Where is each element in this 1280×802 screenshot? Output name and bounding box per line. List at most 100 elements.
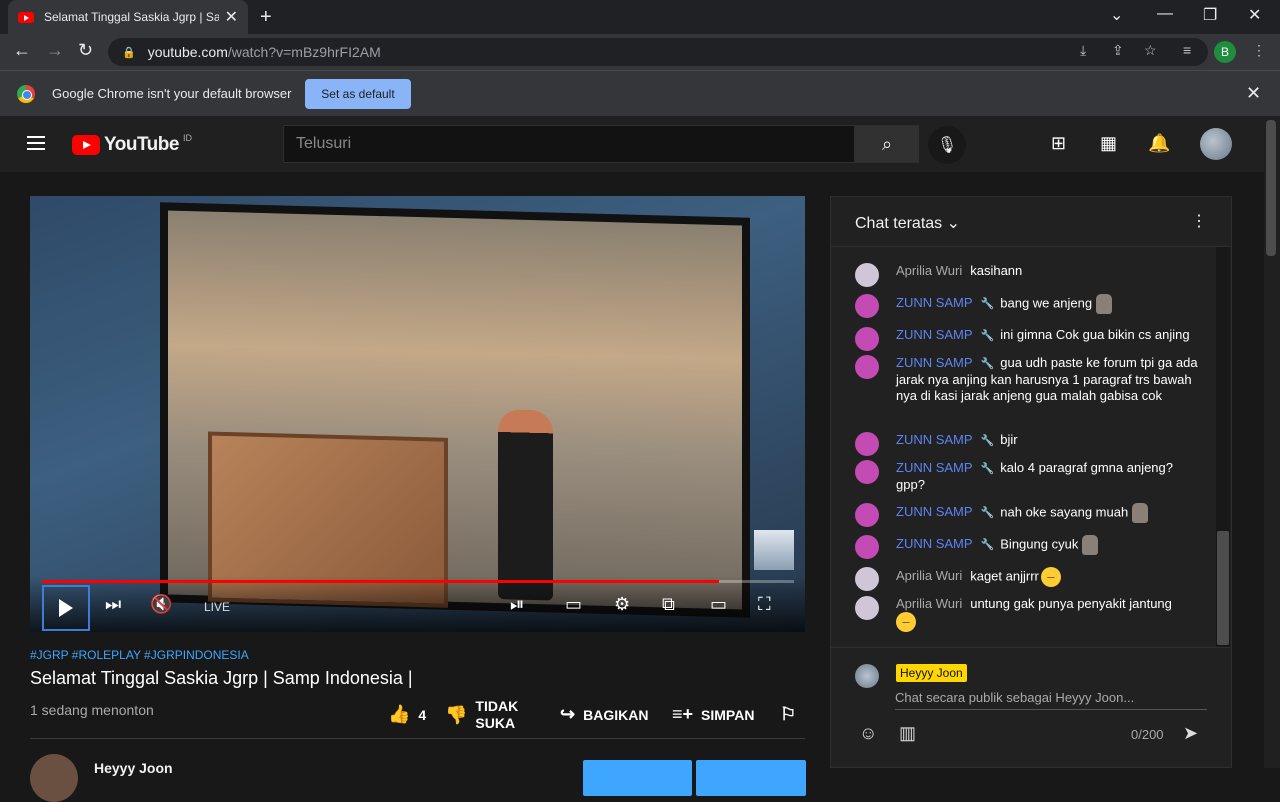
expressionless-face-emoji-icon: – [1040, 567, 1061, 587]
chat-text: untung gak punya penyakit jantung [970, 596, 1172, 611]
save-button[interactable]: ≡+ SIMPAN [672, 704, 754, 725]
moderator-wrench-icon: 🔧 [980, 330, 995, 342]
chat-author: ZUNN SAMP [896, 432, 973, 447]
new-tab-icon[interactable]: + [260, 6, 272, 29]
muted-volume-icon[interactable]: 🔇 [150, 594, 172, 615]
chat-header: Chat teratas ⌄ ⋮ [831, 197, 1231, 247]
minimize-icon[interactable]: — [1157, 5, 1173, 23]
chat-scrollbar[interactable] [1216, 247, 1230, 647]
media-control-icon[interactable]: ≡ [1183, 42, 1191, 58]
chat-message: ZUNN SAMP 🔧 Bingung cyuk [855, 535, 1205, 559]
youtube-masthead: YouTube ID Telusuri ⌕ 🎙 ⊞ ▦ 🔔 [0, 116, 1264, 172]
close-tab-icon[interactable]: ✕ [225, 7, 238, 27]
youtube-favicon-icon [18, 11, 34, 23]
subscribe-button[interactable] [696, 760, 806, 796]
chat-message: ZUNN SAMP 🔧 kalo 4 paragraf gmna anjeng? g… [855, 460, 1205, 493]
notifications-bell-icon[interactable]: 🔔 [1148, 133, 1170, 154]
profile-avatar[interactable]: B [1214, 41, 1236, 63]
chat-author: Aprilia Wuri [896, 596, 963, 611]
apps-grid-icon[interactable]: ▦ [1100, 133, 1117, 154]
chat-author: ZUNN SAMP [896, 536, 973, 552]
browser-tab[interactable]: Selamat Tinggal Saskia Jgrp | Samp Indon… [8, 0, 248, 34]
microphone-icon: 🎙 [936, 137, 958, 154]
chrome-menu-icon[interactable]: ⋮ [1252, 42, 1266, 59]
chat-avatar[interactable] [855, 327, 879, 351]
join-button[interactable] [583, 760, 692, 796]
share-button[interactable]: ↪ BAGIKAN [560, 704, 648, 725]
character-counter: 0/200 [1131, 727, 1164, 742]
chat-mode-selector[interactable]: Chat teratas ⌄ [855, 215, 960, 232]
my-avatar [855, 664, 879, 688]
forward-icon[interactable]: → [46, 40, 64, 61]
chat-text: Bingung cyuk [1000, 536, 1079, 552]
next-video-icon[interactable]: ⏭ [105, 594, 121, 615]
send-icon[interactable]: ➤ [1183, 723, 1198, 744]
autoplay-toggle[interactable]: ⏯ [510, 594, 524, 615]
play-button[interactable] [42, 585, 90, 631]
settings-gear-icon[interactable]: ⚙ [614, 594, 630, 615]
chat-options-icon[interactable]: ⋮ [1191, 211, 1207, 231]
like-button[interactable]: 👍 4 [388, 704, 426, 725]
chat-avatar[interactable] [855, 460, 879, 484]
address-bar[interactable]: 🔒 youtube.com/watch?v=mBz9hrFI2AM [108, 38, 1208, 66]
game-character-image [498, 409, 553, 601]
page-scrollbar-thumb[interactable] [1266, 120, 1276, 256]
report-button[interactable]: ⚐ [780, 704, 804, 725]
browser-toolbar: ← → ↻ 🔒 youtube.com/watch?v=mBz9hrFI2AM … [0, 34, 1280, 70]
moderator-wrench-icon: 🔧 [980, 539, 995, 552]
chat-avatar[interactable] [855, 355, 879, 379]
reload-icon[interactable]: ↻ [78, 40, 93, 61]
dislike-button[interactable]: 👎 TIDAK SUKA [445, 698, 529, 732]
subtitles-icon[interactable]: ▭ [565, 594, 582, 615]
live-label[interactable]: LIVE [204, 600, 230, 614]
channel-name[interactable]: Heyyy Joon [94, 760, 173, 776]
progress-bar[interactable] [42, 580, 794, 583]
chat-message-input[interactable]: Chat secara publik sebagai Heyyy Joon... [895, 688, 1207, 710]
url-path: /watch?v=mBz9hrFI2AM [227, 44, 381, 60]
back-icon[interactable]: ← [13, 40, 31, 61]
chat-avatar[interactable] [855, 503, 879, 527]
moderator-wrench-icon: 🔧 [980, 298, 995, 311]
set-as-default-button[interactable]: Set as default [305, 79, 411, 109]
lock-icon[interactable]: 🔒 [122, 46, 136, 59]
poll-icon[interactable]: ▥ [899, 723, 916, 744]
chat-author: ZUNN SAMP [896, 327, 973, 342]
tab-search-icon[interactable]: ⌄ [1110, 5, 1123, 25]
expressionless-face-emoji-icon: – [896, 612, 916, 632]
chat-avatar[interactable] [855, 263, 879, 287]
search-input[interactable]: Telusuri [283, 125, 855, 163]
player-controls-gradient [30, 576, 805, 632]
channel-avatar[interactable] [30, 754, 78, 802]
theater-mode-icon[interactable]: ▭ [710, 594, 727, 615]
video-player[interactable]: ⏭ 🔇 LIVE ⏯ ▭ ⚙ ⧉ ▭ ⛶ [30, 196, 805, 632]
moderator-wrench-icon: 🔧 [980, 507, 995, 520]
moderator-wrench-icon: 🔧 [980, 358, 995, 370]
voice-search-button[interactable]: 🎙 [928, 126, 966, 164]
chat-avatar[interactable] [855, 596, 879, 620]
share-page-icon[interactable]: ⇪ [1112, 42, 1124, 59]
install-app-icon[interactable]: ⤓ [1080, 42, 1086, 59]
fullscreen-icon[interactable]: ⛶ [758, 594, 771, 615]
live-chat: Chat teratas ⌄ ⋮ Aprilia Wuri kasihann ZU… [830, 196, 1232, 768]
chat-avatar[interactable] [855, 535, 879, 559]
page-scrollbar[interactable] [1264, 116, 1280, 768]
bookmark-star-icon[interactable]: ☆ [1144, 42, 1157, 59]
emoji-picker-icon[interactable]: ☺ [859, 723, 877, 744]
search-button[interactable]: ⌕ [855, 125, 919, 163]
create-video-icon[interactable]: ⊞ [1051, 133, 1066, 154]
infobar-close-icon[interactable]: ✕ [1246, 83, 1261, 104]
guide-menu-icon[interactable] [27, 136, 45, 150]
chat-scrollbar-thumb[interactable] [1217, 531, 1229, 645]
youtube-logo[interactable]: YouTube ID [72, 133, 192, 156]
restore-icon[interactable]: ❐ [1203, 5, 1217, 25]
chat-text: kaget anjjrrr [970, 568, 1039, 584]
chat-avatar[interactable] [855, 432, 879, 456]
chat-avatar[interactable] [855, 294, 879, 318]
miniplayer-icon[interactable]: ⧉ [662, 594, 675, 615]
user-avatar[interactable] [1200, 128, 1232, 160]
close-window-icon[interactable]: ✕ [1248, 5, 1261, 25]
chat-avatar[interactable] [855, 567, 879, 591]
save-label: SIMPAN [701, 706, 755, 723]
country-code: ID [182, 133, 192, 143]
video-hashtags[interactable]: #JGRP #ROLEPLAY #JGRPINDONESIA [30, 648, 805, 662]
